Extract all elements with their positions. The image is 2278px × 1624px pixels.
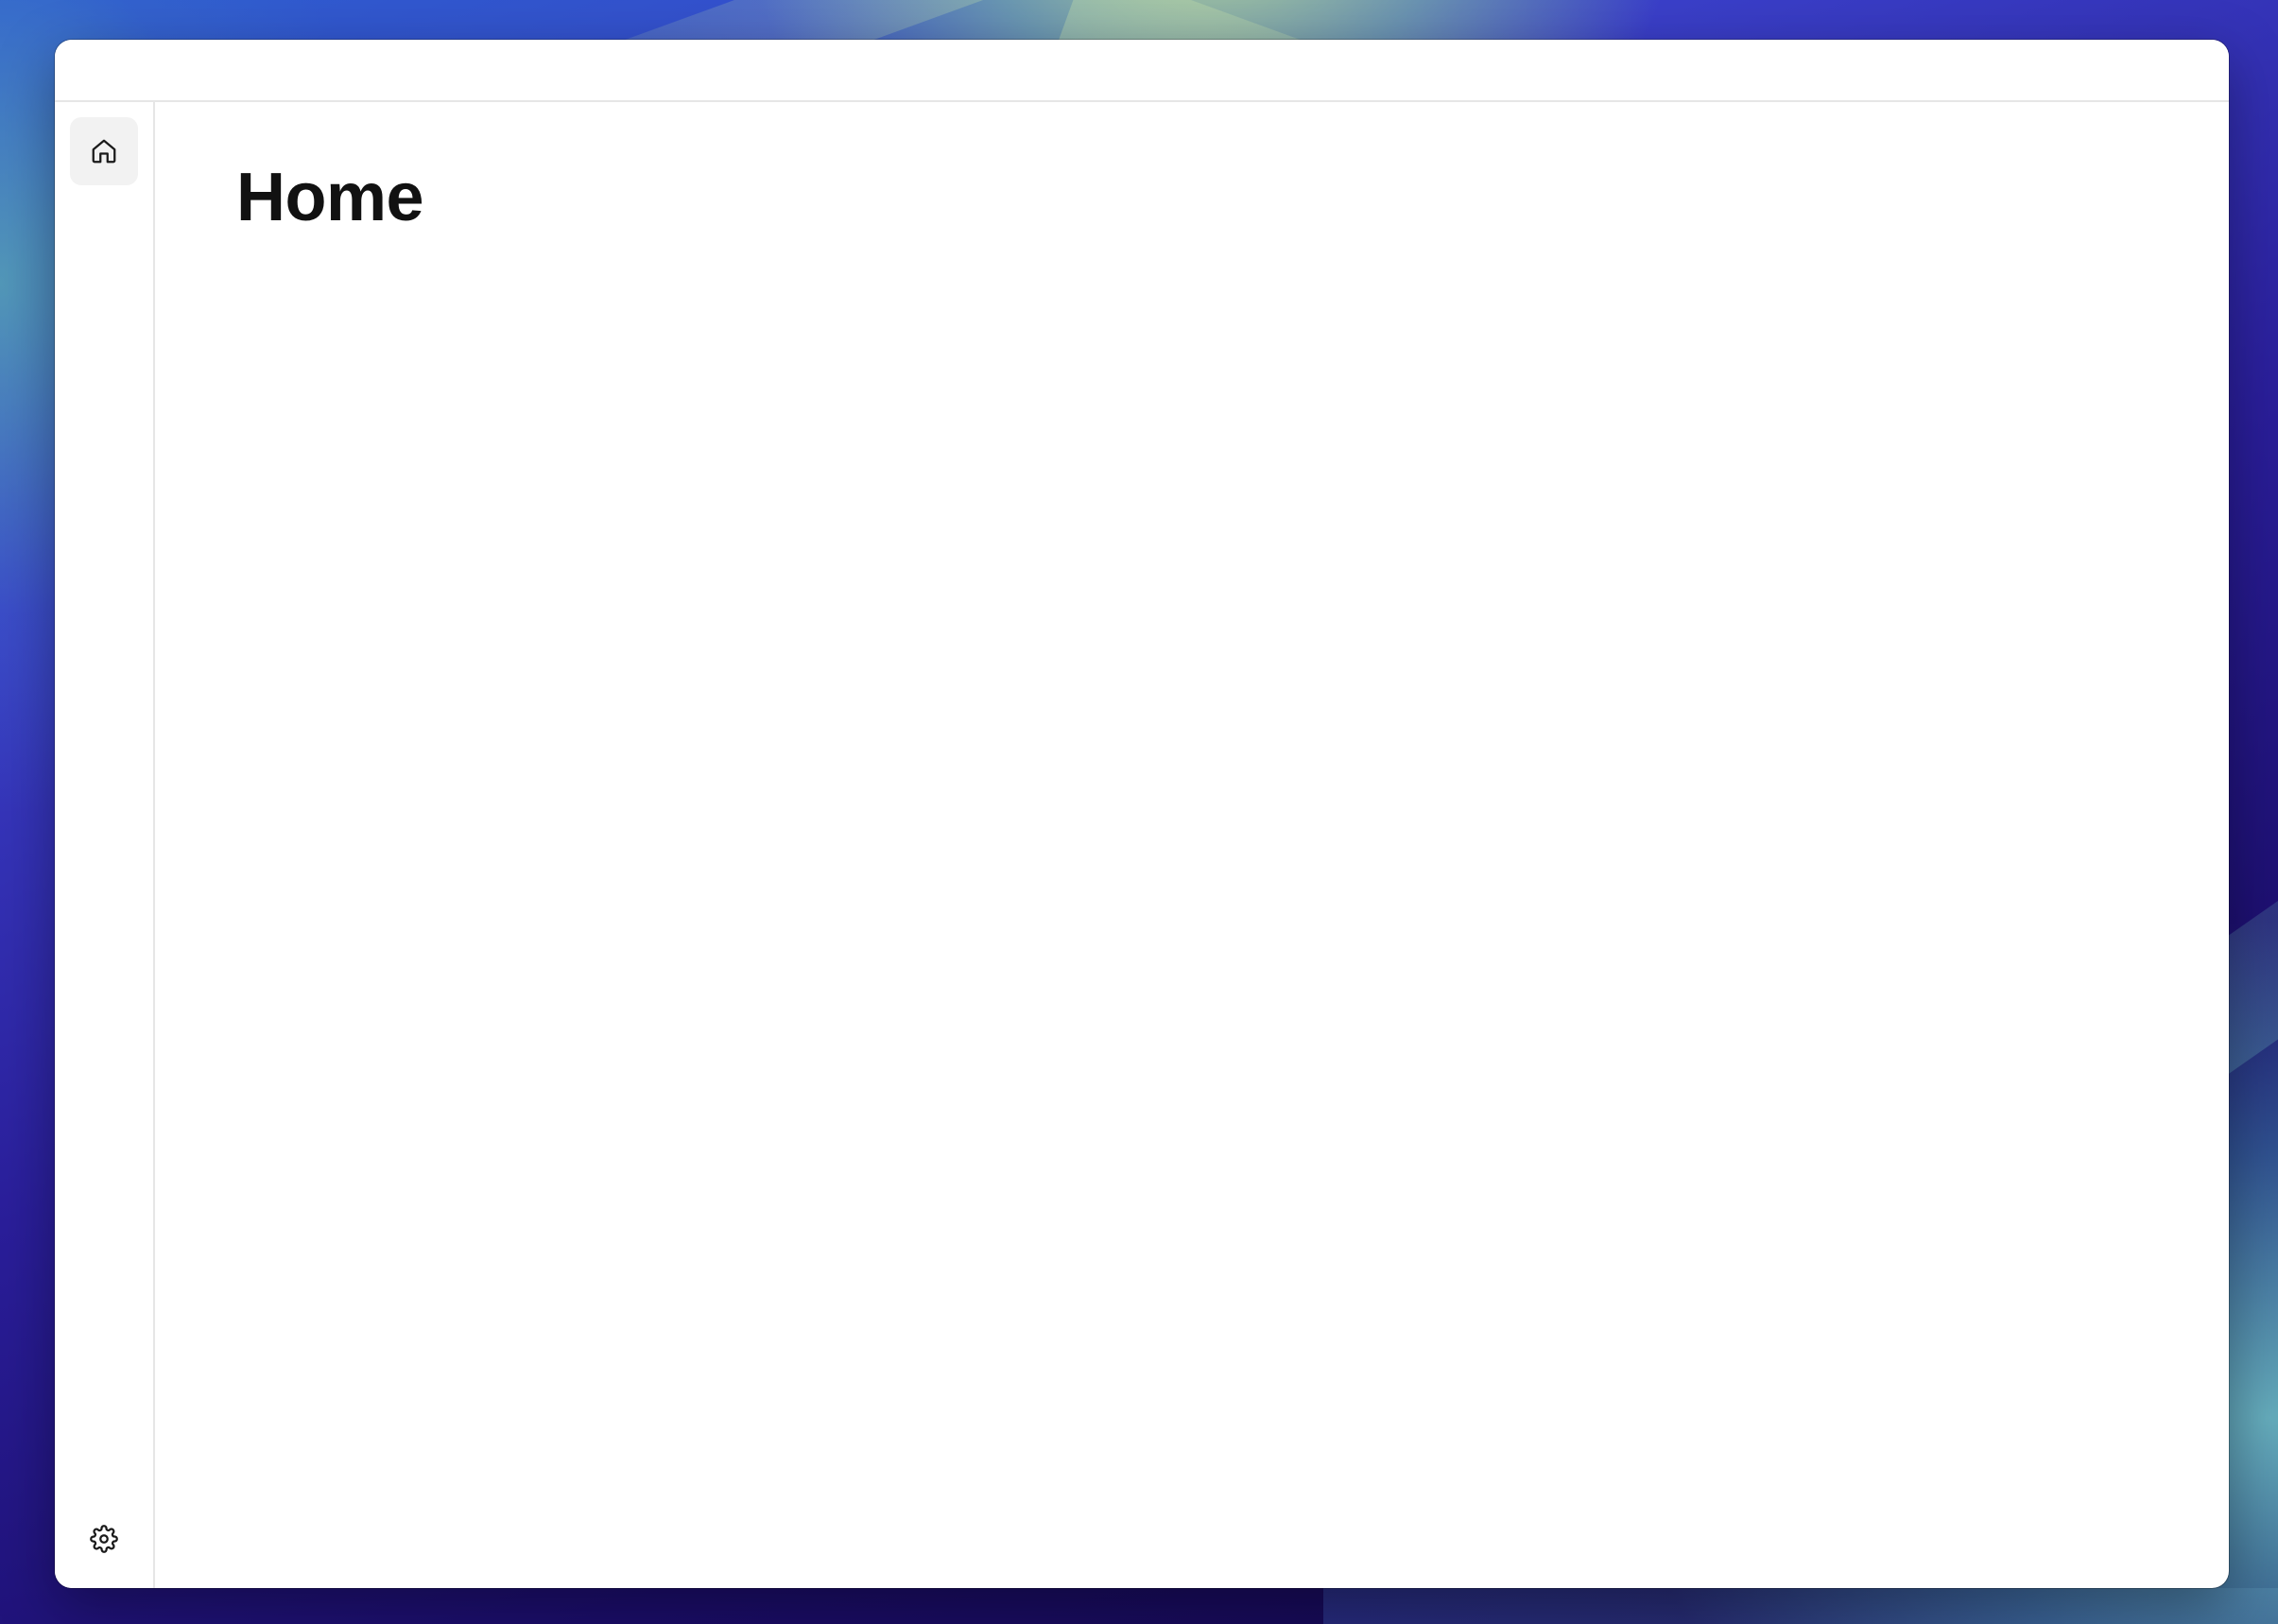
- sidebar: [55, 102, 155, 1588]
- gear-icon: [90, 1525, 118, 1553]
- app-window: Home: [55, 40, 2229, 1588]
- page-title: Home: [236, 160, 424, 235]
- sidebar-item-home[interactable]: [70, 117, 138, 185]
- home-icon: [90, 137, 118, 165]
- main-content: Home: [155, 102, 2229, 1588]
- settings-button[interactable]: [79, 1514, 129, 1564]
- desktop-wallpaper: Home: [0, 0, 2278, 1624]
- wallpaper-ray: [1323, 1588, 2278, 1624]
- title-bar[interactable]: [55, 40, 2229, 102]
